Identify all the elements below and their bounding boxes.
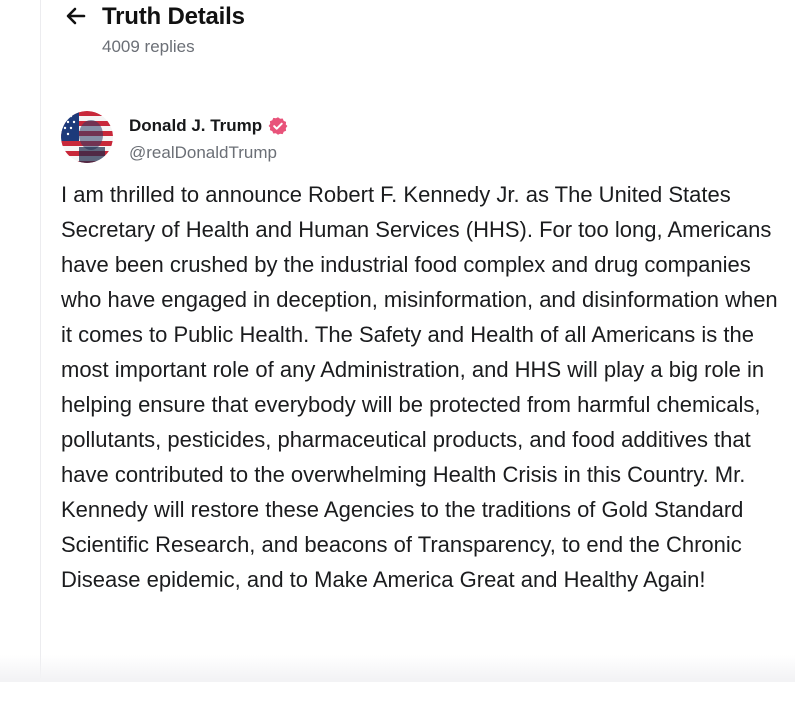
arrow-left-icon bbox=[66, 7, 86, 25]
post-body: I am thrilled to announce Robert F. Kenn… bbox=[61, 182, 778, 592]
author-handle[interactable]: @realDonaldTrump bbox=[129, 142, 277, 164]
reply-count: 4009 replies bbox=[102, 37, 195, 56]
back-button[interactable] bbox=[62, 2, 90, 30]
page-header: Truth Details 4009 replies bbox=[62, 0, 782, 70]
page-title: Truth Details bbox=[102, 3, 245, 30]
author-name-line: Donald J. Trump bbox=[129, 115, 288, 137]
avatar[interactable] bbox=[61, 111, 113, 163]
column-divider bbox=[40, 0, 41, 682]
verified-badge-icon bbox=[268, 116, 288, 136]
bottom-strip bbox=[0, 682, 795, 709]
author-row: Donald J. Trump @realDonaldTrump bbox=[61, 111, 786, 167]
author-name[interactable]: Donald J. Trump bbox=[129, 115, 262, 137]
truth-post: Donald J. Trump @realDonaldTrump I am th… bbox=[61, 111, 786, 597]
